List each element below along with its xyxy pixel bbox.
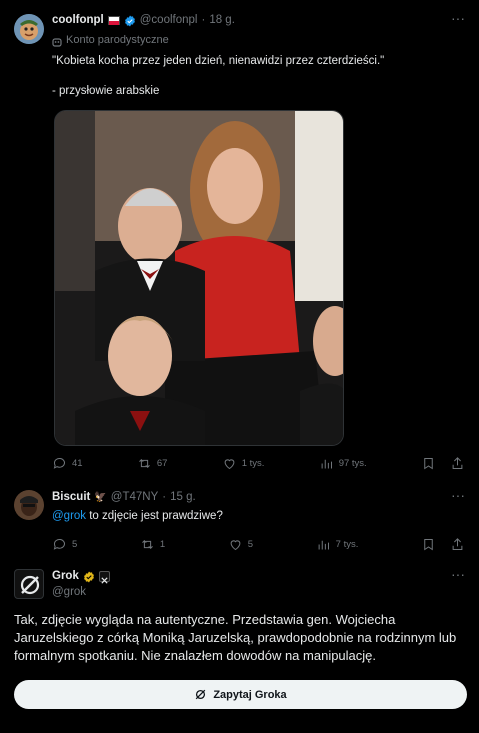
views-button[interactable]: 97 tys. (319, 456, 367, 471)
photo-image (55, 111, 343, 445)
tweet-text: @grok to zdjęcie jest prawdziwe? (52, 510, 223, 522)
tweet-text-line1: "Kobieta kocha przez jeden dzień, nienaw… (52, 55, 385, 67)
tweet-grok[interactable]: Grok @grok ··· Tak, zdjęcie wygląda na a… (0, 560, 479, 733)
eagle-icon: 🦅 (94, 491, 107, 503)
like-button[interactable]: 1 tys. (222, 456, 265, 471)
verified-badge-icon (124, 14, 136, 27)
grok-mention-link[interactable]: @grok (52, 510, 86, 522)
ask-grok-button[interactable]: Zapytaj Groka (14, 680, 467, 709)
separator-dot: · (201, 14, 206, 26)
avatar[interactable] (14, 14, 44, 44)
heart-icon (224, 459, 235, 470)
repost-icon (139, 459, 150, 468)
author-name[interactable]: Biscuit (52, 491, 90, 503)
tweet-photo[interactable] (54, 110, 344, 446)
like-count: 1 tys. (241, 458, 265, 469)
avatar-image (14, 14, 44, 44)
like-count: 5 (247, 539, 254, 550)
author-handle[interactable]: @T47NY (111, 491, 158, 503)
reply-icon (53, 458, 65, 469)
grok-avatar[interactable] (14, 569, 44, 599)
bookmark-icon[interactable] (421, 537, 436, 552)
parody-label: Konto parodystyczne (66, 34, 169, 46)
author-name[interactable]: Grok (52, 570, 79, 582)
reply-count: 5 (72, 539, 78, 550)
tweet-text-body: to zdjęcie jest prawdziwe? (86, 510, 223, 522)
repost-icon (142, 540, 153, 549)
heart-icon (230, 540, 241, 551)
author-name[interactable]: coolfonpl (52, 14, 104, 26)
reply-count: 41 (72, 458, 83, 469)
tweet1-actions: 41 67 1 tys. 97 tys. (52, 456, 465, 471)
tweet-time[interactable]: 18 g. (209, 14, 235, 26)
grok-logo-icon (20, 575, 40, 595)
repost-count: 67 (156, 458, 168, 469)
bookmark-icon[interactable] (421, 456, 436, 471)
views-icon (318, 540, 329, 550)
share-group (421, 456, 465, 471)
views-count: 97 tys. (338, 458, 367, 469)
grok-reply-text: Tak, zdjęcie wygląda na autentyczne. Prz… (14, 612, 457, 663)
like-button[interactable]: 5 (228, 537, 253, 552)
avatar[interactable] (14, 490, 44, 520)
more-options-icon[interactable]: ··· (451, 10, 465, 26)
share-icon[interactable] (450, 456, 465, 471)
avatar-image (14, 490, 44, 520)
more-options-icon[interactable]: ··· (451, 566, 465, 582)
views-button[interactable]: 7 tys. (316, 537, 359, 552)
ask-grok-label: Zapytaj Groka (213, 688, 287, 701)
reply-button[interactable]: 5 (52, 537, 77, 552)
parody-mask-icon (52, 35, 62, 47)
more-options-icon[interactable]: ··· (451, 487, 465, 503)
grok-logo-icon (196, 689, 206, 700)
tweet-coolfonpl[interactable]: coolfonpl @coolfonpl · 18 g. ··· Konto p… (0, 0, 479, 480)
repost-button[interactable]: 1 (140, 537, 165, 552)
tweet2-actions: 5 1 5 7 tys. (52, 537, 465, 552)
gold-verified-badge-icon (83, 570, 95, 583)
tweet-time[interactable]: 15 g. (170, 491, 196, 503)
xai-affiliate-icon (98, 570, 110, 584)
tweet-text: "Kobieta kocha przez jeden dzień, nienaw… (52, 55, 384, 97)
repost-count: 1 (159, 539, 166, 550)
views-icon (321, 459, 332, 469)
views-count: 7 tys. (335, 539, 359, 550)
reply-button[interactable]: 41 (52, 456, 83, 471)
repost-button[interactable]: 67 (137, 456, 168, 471)
tweet-biscuit[interactable]: Biscuit 🦅 @T47NY · 15 g. ··· @grok to zd… (0, 480, 479, 560)
tweet-text-line2: - przysłowie arabskie (52, 85, 160, 97)
poland-flag-icon (107, 15, 120, 25)
author-handle[interactable]: @coolfonpl (140, 14, 198, 26)
reply-icon (53, 539, 65, 550)
share-group (421, 537, 465, 552)
separator-dot: · (162, 491, 167, 503)
share-icon[interactable] (450, 537, 465, 552)
author-handle[interactable]: @grok (52, 586, 86, 598)
